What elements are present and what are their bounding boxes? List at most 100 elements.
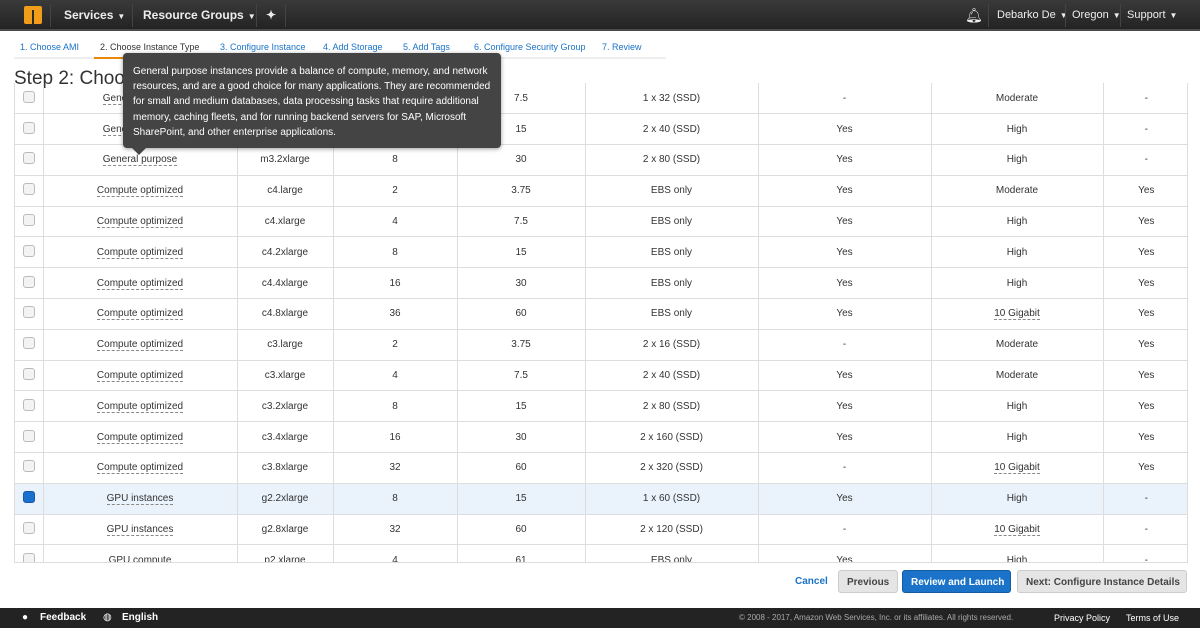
ipv6-cell: Yes [1102, 360, 1187, 392]
ebs-optimized-cell: Yes [757, 144, 931, 176]
table-row[interactable]: General purpose m3.2xlarge 8 30 2 x 80 (SSD)… [15, 144, 1187, 176]
ebs-optimized-value: Yes [836, 246, 853, 258]
tab-review[interactable]: 7. Review [596, 40, 666, 59]
family-cell: Compute optimized [42, 329, 237, 361]
instance-storage-cell: 2 x 80 (SSD) [584, 144, 758, 176]
table-row[interactable]: Compute optimized c3.large 2 3.75 2 x 16 (SS… [15, 329, 1187, 361]
instance-storage-value: 2 x 120 (SSD) [640, 524, 703, 536]
next-configure-instance-button[interactable]: Next: Configure Instance Details [1017, 570, 1187, 593]
row-checkbox[interactable] [22, 398, 35, 411]
instance-type-value: c4.8xlarge [261, 308, 309, 320]
family-cell: GPU compute [42, 544, 237, 562]
table-row[interactable]: Compute optimized c4.4xlarge 16 30 EBS only Y… [15, 267, 1187, 300]
ipv6-cell: Yes [1102, 267, 1187, 300]
pin-icon[interactable]: ✦ [266, 0, 276, 31]
table-row[interactable]: GPU compute p2.xlarge 4 61 EBS only Yes High - [15, 544, 1187, 563]
memory-value: 15 [515, 493, 527, 505]
family-cell: GPU instances [42, 483, 237, 515]
cancel-button[interactable]: Cancel [787, 570, 836, 593]
instance-storage-value: EBS only [650, 216, 693, 228]
tab-choose-ami[interactable]: 1. Choose AMI [14, 40, 94, 59]
family-value: Compute optimized [96, 185, 184, 198]
row-select-cell [15, 267, 43, 300]
row-checkbox[interactable] [22, 275, 35, 288]
row-checkbox[interactable] [22, 121, 35, 134]
table-row[interactable]: Compute optimized c3.4xlarge 16 30 2 x 160 (… [15, 421, 1187, 454]
instance-type-value: c4.large [267, 185, 303, 197]
row-checkbox[interactable] [22, 214, 35, 227]
support-menu[interactable]: Support ▼ [1127, 0, 1177, 31]
privacy-policy-link[interactable]: Privacy Policy [1054, 608, 1110, 628]
resource-groups-menu[interactable]: Resource Groups ▼ [143, 0, 256, 31]
region-menu[interactable]: Oregon ▼ [1072, 0, 1121, 31]
table-row[interactable]: Compute optimized c4.large 2 3.75 EBS only Ye… [15, 175, 1187, 207]
row-checkbox[interactable] [22, 491, 35, 504]
vcpus-value: 32 [389, 524, 401, 536]
terms-of-use-link[interactable]: Terms of Use [1126, 608, 1179, 628]
ipv6-value: Yes [1138, 370, 1155, 382]
instance-type-cell: c4.4xlarge [236, 267, 333, 300]
family-value: Compute optimized [96, 339, 184, 352]
memory-value: 3.75 [511, 339, 531, 351]
row-checkbox[interactable] [22, 522, 35, 535]
ebs-optimized-cell: Yes [757, 298, 931, 330]
bell-icon[interactable]: 🔔︎ [965, 0, 983, 31]
ipv6-value: Yes [1138, 216, 1155, 228]
ipv6-value: - [1144, 123, 1148, 135]
network-performance-value: 10 Gigabit [994, 462, 1040, 475]
row-select-cell [15, 113, 43, 146]
row-select-cell [15, 298, 43, 330]
table-row[interactable]: GPU instances g2.8xlarge 32 60 2 x 120 (SSD)… [15, 514, 1187, 546]
services-menu[interactable]: Services ▼ [64, 0, 125, 31]
memory-value: 60 [515, 462, 527, 474]
feedback-link[interactable]: Feedback [40, 608, 86, 628]
table-row[interactable]: Compute optimized c3.8xlarge 32 60 2 x 320 (… [15, 452, 1187, 484]
table-row[interactable]: Compute optimized c4.8xlarge 36 60 EBS only Y… [15, 298, 1187, 330]
table-row[interactable]: Compute optimized c3.2xlarge 8 15 2 x 80 (SS… [15, 390, 1187, 423]
ipv6-value: - [1144, 493, 1148, 505]
resource-groups-label: Resource Groups [143, 8, 244, 22]
row-checkbox[interactable] [22, 90, 35, 103]
table-row[interactable]: Compute optimized c4.2xlarge 8 15 EBS only Ye… [15, 236, 1187, 269]
row-checkbox[interactable] [22, 244, 35, 257]
footer: ● Feedback ◍ English © 2008 - 2017, Amaz… [0, 608, 1200, 628]
instance-type-cell: g2.8xlarge [236, 514, 333, 546]
instance-type-cell: c4.2xlarge [236, 236, 333, 269]
network-performance-cell: Moderate [930, 175, 1103, 207]
instance-type-cell: c4.8xlarge [236, 298, 333, 330]
row-checkbox[interactable] [22, 429, 35, 442]
ipv6-value: Yes [1138, 277, 1155, 289]
table-row[interactable]: Compute optimized c4.xlarge 4 7.5 EBS only Ye… [15, 206, 1187, 238]
ebs-optimized-cell: Yes [757, 483, 931, 515]
row-checkbox[interactable] [22, 337, 35, 350]
network-performance-cell: Moderate [930, 360, 1103, 392]
vcpus-value: 2 [392, 339, 398, 351]
row-checkbox[interactable] [22, 368, 35, 381]
ebs-optimized-value: - [842, 524, 847, 536]
ipv6-value: Yes [1138, 462, 1155, 474]
row-checkbox[interactable] [22, 552, 35, 562]
table-row[interactable]: GPU instances g2.2xlarge 8 15 1 x 60 (SSD) Ye… [15, 483, 1187, 515]
row-checkbox[interactable] [22, 183, 35, 196]
row-checkbox[interactable] [22, 460, 35, 473]
table-row[interactable]: Compute optimized c3.xlarge 4 7.5 2 x 40 (SS… [15, 360, 1187, 392]
ebs-optimized-cell: - [757, 329, 931, 361]
previous-button[interactable]: Previous [838, 570, 899, 593]
ebs-optimized-value: Yes [836, 123, 853, 135]
network-performance-value: Moderate [995, 92, 1039, 104]
aws-logo-icon[interactable] [24, 6, 42, 24]
instance-type-cell: c3.2xlarge [236, 390, 333, 423]
instance-storage-value: 2 x 320 (SSD) [640, 462, 703, 474]
instance-storage-cell: EBS only [584, 267, 758, 300]
row-checkbox[interactable] [22, 152, 35, 165]
vcpus-cell: 32 [332, 514, 457, 546]
row-checkbox[interactable] [22, 306, 35, 319]
review-and-launch-button[interactable]: Review and Launch [902, 570, 1011, 593]
memory-cell: 3.75 [456, 329, 585, 361]
user-menu[interactable]: Debarko De ▼ [997, 0, 1068, 31]
memory-value: 61 [515, 554, 527, 563]
ebs-optimized-cell: Yes [757, 360, 931, 392]
instance-storage-value: 1 x 60 (SSD) [642, 493, 701, 505]
family-value: Compute optimized [96, 431, 184, 444]
language-selector[interactable]: English [122, 608, 158, 628]
